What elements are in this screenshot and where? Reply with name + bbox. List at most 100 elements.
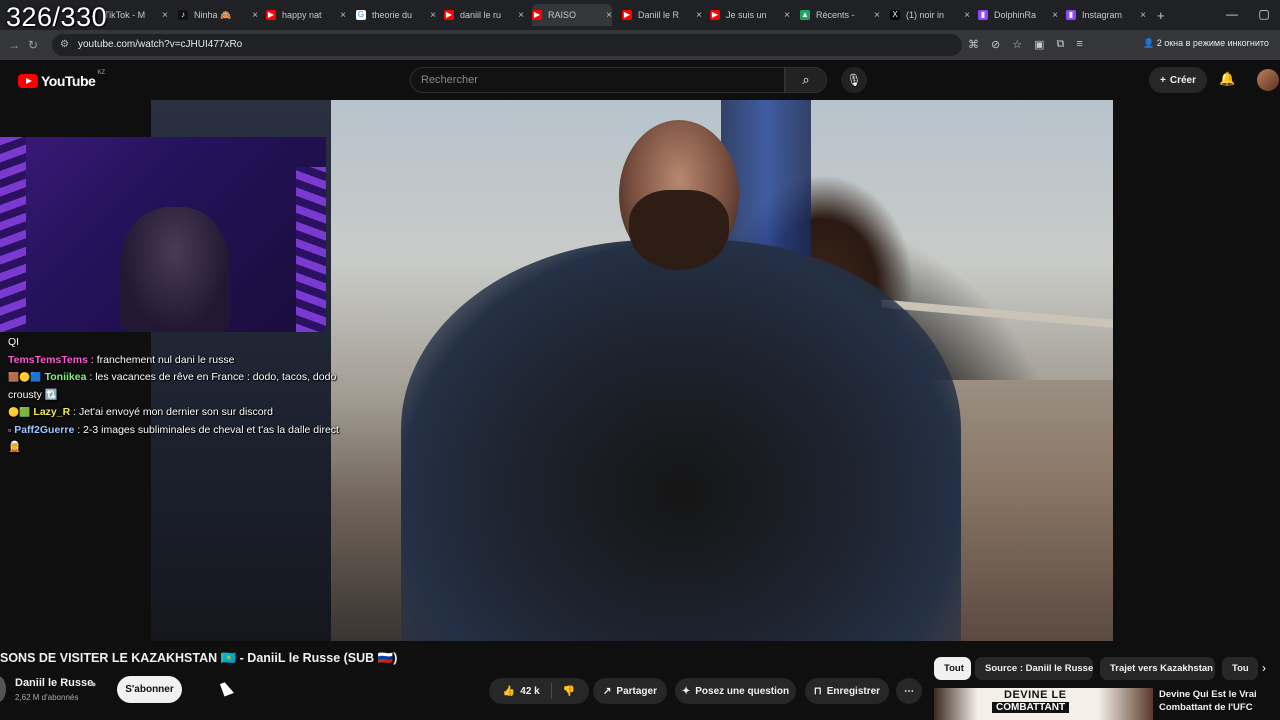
chat-username: Paff2Guerre: [14, 423, 75, 436]
window-controls: — ▢: [1216, 0, 1280, 30]
close-tab-icon[interactable]: ×: [874, 10, 880, 21]
browser-tab[interactable]: ▶ Je suis un ×: [710, 4, 790, 26]
thumbnail-text-bottom: COMBATTANT: [992, 702, 1070, 713]
close-tab-icon[interactable]: ×: [696, 10, 702, 21]
close-tab-icon[interactable]: ×: [1052, 10, 1058, 21]
browser-tab[interactable]: ♪ Ninha 🙈 ×: [178, 4, 258, 26]
browser-tab[interactable]: ▶ Daniil le R ×: [622, 4, 702, 26]
youtube-icon: ▶: [444, 10, 454, 20]
browser-tab[interactable]: X (1) noir in ×: [890, 4, 970, 26]
address-bar: → ↻ ⚙ youtube.com/watch?v=cJHUI477xRo ⌘ …: [0, 30, 1280, 60]
close-tab-icon[interactable]: ×: [252, 10, 258, 21]
close-tab-icon[interactable]: ×: [964, 10, 970, 21]
close-tab-icon[interactable]: ×: [784, 10, 790, 21]
save-label: Enregistrer: [826, 685, 881, 697]
like-separator: [550, 683, 552, 699]
chat-message: 🟡🟩 Lazy_R : Jet'ai envoyé mon dernier son…: [8, 404, 343, 422]
tab-label: happy nat: [282, 10, 322, 20]
youtube-icon: ▶: [622, 10, 632, 20]
close-tab-icon[interactable]: ×: [162, 10, 168, 21]
channel-avatar[interactable]: [0, 676, 6, 702]
create-button[interactable]: + Créer: [1149, 67, 1207, 93]
chat-message: QI: [8, 334, 343, 352]
search-button[interactable]: ⌕: [785, 67, 827, 93]
chat-badges-icon: 🟡🟩: [8, 407, 31, 417]
reload-icon[interactable]: ↻: [28, 38, 38, 52]
tab-label: TikTok - M: [104, 10, 146, 20]
chevron-right-icon[interactable]: ›: [1262, 661, 1266, 675]
share-button[interactable]: ↗ Partager: [593, 678, 667, 704]
save-button[interactable]: ⊓ Enregistrer: [805, 678, 889, 704]
webcam-neon-left: [0, 137, 26, 332]
voice-search-button[interactable]: 🎙: [841, 67, 867, 93]
recommendation-thumbnail[interactable]: DEVINE LE COMBATTANT: [934, 688, 1153, 720]
browser-tab[interactable]: ▶ happy nat ×: [266, 4, 346, 26]
puzzle-icon[interactable]: ⧉: [1057, 38, 1065, 51]
youtube-icon: ▶: [532, 10, 542, 20]
account-avatar[interactable]: [1257, 69, 1279, 91]
browser-tab[interactable]: ▮ DolphinRa ×: [978, 4, 1058, 26]
google-icon: G: [356, 10, 366, 20]
browser-tab[interactable]: ▮ Instagram ×: [1066, 4, 1146, 26]
filter-chip[interactable]: Trajet vers Kazakhstan: [1100, 657, 1215, 680]
search-box[interactable]: [410, 67, 785, 93]
twitch-icon: ▮: [978, 10, 988, 20]
filter-chip[interactable]: Tou: [1222, 657, 1258, 680]
url-field[interactable]: ⚙ youtube.com/watch?v=cJHUI477xRo: [52, 34, 962, 56]
chat-text: franchement nul dani le russe: [96, 353, 235, 366]
tab-label: Ninha 🙈: [194, 9, 232, 20]
ask-question-button[interactable]: ✦ Posez une question: [675, 678, 796, 704]
like-count[interactable]: 42 k: [520, 686, 539, 697]
star-icon[interactable]: ☆: [1012, 38, 1022, 51]
recommendation-title[interactable]: Devine Qui Est le Vrai Combattant de l'U…: [1159, 688, 1279, 714]
streamer-webcam: [0, 137, 326, 332]
browser-tab[interactable]: Gtheorie du ×: [356, 4, 436, 26]
youtube-header: YouTube KZ ⌕ 🎙 + Créer 🔔: [0, 60, 1280, 100]
subscribe-button[interactable]: S'abonner: [117, 676, 182, 703]
tab-label: Je suis un: [726, 10, 767, 20]
stream-chat: QI TemsTemsTems : franchement nul dani le…: [8, 334, 343, 457]
more-actions-button[interactable]: ⋯: [896, 678, 922, 704]
close-tab-icon[interactable]: ×: [340, 10, 346, 21]
tab-label: DolphinRa: [994, 10, 1037, 20]
filter-chip[interactable]: Source : Daniil le Russe: [975, 657, 1093, 680]
tab-label: daniil le ru: [460, 10, 502, 20]
chat-message: ▫ Paff2Guerre : 2-3 images subliminales d…: [8, 423, 339, 454]
browser-tab[interactable]: ▶ daniil le ru ×: [444, 4, 524, 26]
video-title: SONS DE VISITER LE KAZAKHSTAN 🇰🇿 - Danii…: [0, 651, 398, 665]
like-icon[interactable]: 👍: [503, 686, 515, 697]
minimize-icon[interactable]: —: [1216, 0, 1248, 30]
incognito-label: 2 окна в режиме инкогнито: [1156, 38, 1269, 48]
site-info-icon[interactable]: ⚙: [60, 39, 69, 50]
search-icon: ⌕: [802, 72, 810, 87]
tab-label: RAISO: [548, 10, 577, 20]
youtube-logo[interactable]: YouTube KZ: [18, 70, 105, 89]
browser-tab[interactable]: ▶ RAISO ×: [532, 4, 612, 26]
translate-icon[interactable]: ⌘: [968, 38, 979, 51]
chat-username: Lazy_R: [33, 406, 71, 418]
notifications-bell-icon[interactable]: 🔔: [1219, 71, 1235, 87]
browser-tab[interactable]: ▲ Récents - ×: [800, 4, 880, 26]
webcam-person: [120, 207, 230, 332]
queue-icon[interactable]: ≡: [1076, 38, 1082, 51]
incognito-indicator[interactable]: 👤 2 окна в режиме инкогнито: [1143, 38, 1269, 49]
close-tab-icon[interactable]: ×: [430, 10, 436, 21]
filter-chip[interactable]: Tout: [934, 657, 971, 680]
webcam-neon-right: [296, 167, 326, 332]
bookmark-icon: ⊓: [813, 685, 822, 697]
new-tab-icon[interactable]: +: [1157, 4, 1171, 26]
close-tab-icon[interactable]: ×: [606, 10, 612, 21]
back-icon[interactable]: →: [8, 38, 20, 52]
close-tab-icon[interactable]: ×: [518, 10, 524, 21]
close-tab-icon[interactable]: ×: [1140, 10, 1146, 21]
mic-icon: 🎙: [846, 73, 862, 87]
tab-label: Daniil le R: [638, 10, 680, 20]
chat-badges-icon: ▫: [8, 424, 12, 435]
eye-off-icon[interactable]: ⊘: [991, 38, 1000, 51]
search-input[interactable]: [411, 68, 761, 92]
dislike-icon[interactable]: 👎: [563, 686, 575, 697]
extension-icon[interactable]: ▣: [1034, 38, 1044, 51]
channel-name[interactable]: Daniil le Russe: [15, 677, 93, 689]
maximize-icon[interactable]: ▢: [1248, 0, 1280, 30]
video-scene-person-body: [401, 240, 961, 641]
